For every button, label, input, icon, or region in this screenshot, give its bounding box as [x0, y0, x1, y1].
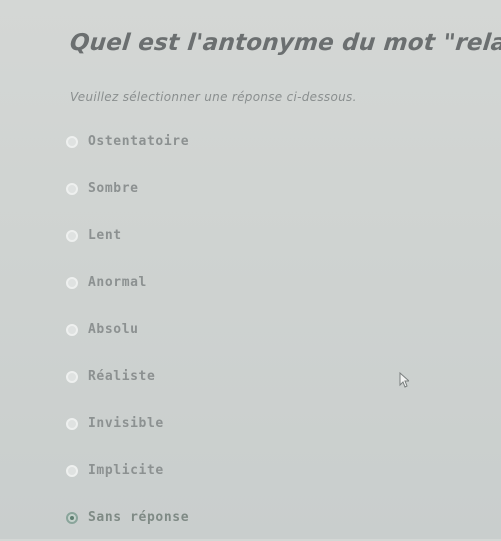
option-invisible[interactable]: Invisible [60, 400, 360, 447]
radio-button[interactable] [66, 370, 78, 383]
answer-options: Ostentatoire Sombre Lent Anormal Absolu … [60, 118, 360, 541]
option-label: Ostentatoire [88, 134, 190, 149]
option-sombre[interactable]: Sombre [60, 165, 360, 212]
radio-button[interactable] [66, 182, 78, 195]
radio-button[interactable] [66, 229, 78, 242]
option-label: Implicite [88, 463, 164, 478]
radio-button-selected[interactable] [66, 511, 78, 524]
option-ostentatoire[interactable]: Ostentatoire [60, 118, 360, 165]
option-label: Sans réponse [88, 510, 190, 525]
option-label: Sombre [88, 181, 139, 196]
radio-button[interactable] [66, 464, 78, 477]
radio-button[interactable] [66, 323, 78, 336]
option-label: Invisible [88, 416, 164, 431]
option-label: Réaliste [88, 369, 156, 384]
option-label: Lent [88, 228, 122, 243]
option-lent[interactable]: Lent [60, 212, 360, 259]
option-implicite[interactable]: Implicite [60, 447, 360, 494]
mouse-pointer-icon [399, 372, 409, 388]
radio-button[interactable] [66, 417, 78, 430]
radio-button[interactable] [66, 135, 78, 148]
option-label: Anormal [88, 275, 147, 290]
option-realiste[interactable]: Réaliste [60, 353, 360, 400]
option-sans-reponse[interactable]: Sans réponse [60, 494, 360, 541]
option-absolu[interactable]: Absolu [60, 306, 360, 353]
option-label: Absolu [88, 322, 139, 337]
option-anormal[interactable]: Anormal [60, 259, 360, 306]
radio-button[interactable] [66, 276, 78, 289]
question-title: Quel est l'antonyme du mot "relatif" ? [68, 30, 501, 56]
instruction-text: Veuillez sélectionner une réponse ci-des… [70, 90, 357, 104]
